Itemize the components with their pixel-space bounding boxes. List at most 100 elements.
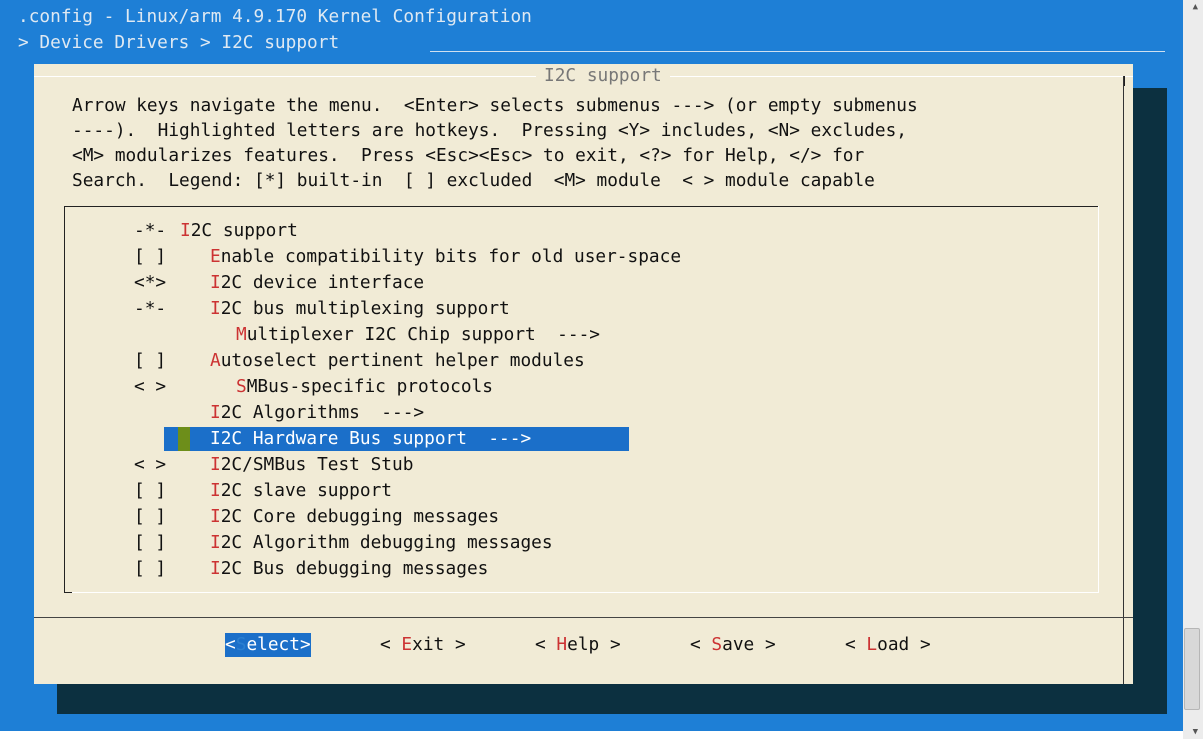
menu-item-state: [ ] (134, 532, 167, 553)
menu-item[interactable]: < > I2C/SMBus Test Stub (64, 453, 1099, 477)
menu-item[interactable]: [ ] I2C slave support (64, 479, 1099, 503)
load-button[interactable]: < Load > (845, 633, 931, 657)
menu-item-hotkey: I (210, 532, 221, 553)
exit-button[interactable]: < Exit > (380, 633, 466, 657)
menu-item-hotkey: I (210, 454, 221, 475)
menu-item-text: 2C Algorithm debugging messages (220, 532, 553, 553)
menu-item[interactable]: < > SMBus-specific protocols (64, 375, 1099, 399)
instruction-line-2: ----). Highlighted letters are hotkeys. … (72, 120, 908, 141)
save-button-pre: < (690, 634, 712, 655)
window-scrollbar[interactable]: ▲ ▼ (1183, 0, 1203, 739)
menu-item-label: Enable compatibility bits for old user-s… (210, 245, 681, 269)
menu-item[interactable]: [ ] Enable compatibility bits for old use… (64, 245, 1099, 269)
help-button-rest: elp > (567, 634, 621, 655)
load-button-hotkey: L (866, 634, 878, 655)
menu-item-text: ultiplexer I2C Chip support ---> (246, 324, 600, 345)
menu-item-hotkey: A (210, 350, 221, 371)
menu-item[interactable]: -*- I2C support (64, 219, 1099, 243)
exit-button-pre: < (380, 634, 402, 655)
instruction-line-3: <M> modularizes features. Press <Esc><Es… (72, 145, 865, 166)
menu-item[interactable]: [ ] Autoselect pertinent helper modules (64, 349, 1099, 373)
window-title: .config - Linux/arm 4.9.170 Kernel Confi… (18, 6, 532, 27)
dialog-title: I2C support (536, 64, 670, 88)
menu-item-text: 2C Algorithms ---> (220, 402, 425, 423)
menu-item[interactable]: I2C Hardware Bus support ---> (64, 427, 1099, 451)
help-button-pre: < (535, 634, 557, 655)
menu-item-state: [ ] (134, 480, 167, 501)
menu-item-text: 2C/SMBus Test Stub (220, 454, 414, 475)
menu-item-label: I2C Algorithm debugging messages (210, 531, 553, 555)
menu-item-label: SMBus-specific protocols (236, 375, 493, 399)
menu-item-label: I2C Hardware Bus support ---> (210, 427, 531, 451)
menu-border-top (64, 206, 1099, 207)
help-button[interactable]: < Help > (535, 633, 621, 657)
breadcrumb: > Device Drivers > I2C support (18, 32, 350, 53)
menu-item[interactable]: [ ] I2C Bus debugging messages (64, 557, 1099, 581)
menu-item-label: I2C support (180, 219, 298, 243)
menu-item-hotkey: M (236, 324, 247, 345)
save-button[interactable]: < Save > (690, 633, 776, 657)
menu-item-text: 2C device interface (220, 272, 425, 293)
menu-item-hotkey: I (210, 402, 221, 423)
button-bar: <Select> < Exit > < Help > < Save > < Lo… (34, 633, 1133, 657)
menu-box: -*- I2C support[ ] Enable compatibility bi… (64, 206, 1099, 594)
menu-item-text: nable compatibility bits for old user-sp… (220, 246, 682, 267)
select-button-pre: < (225, 634, 236, 655)
menu-border-bottom (64, 592, 1099, 593)
menu-item-label: I2C bus multiplexing support (210, 297, 510, 321)
menu-item-label: I2C Core debugging messages (210, 505, 499, 529)
menu-item[interactable]: -*- I2C bus multiplexing support (64, 297, 1099, 321)
menu-item-text: 2C Hardware Bus support ---> (220, 428, 532, 449)
save-button-rest: ave > (722, 634, 776, 655)
load-button-rest: oad > (877, 634, 931, 655)
menu-item[interactable]: <*> I2C device interface (64, 271, 1099, 295)
menu-item[interactable]: I2C Algorithms ---> (64, 401, 1099, 425)
menu-item-state: [ ] (134, 350, 167, 371)
menu-item-state: -*- (134, 220, 167, 241)
menu-item-text: 2C slave support (220, 480, 393, 501)
menu-item-label: I2C device interface (210, 271, 424, 295)
menu-item-hotkey: E (210, 246, 221, 267)
instruction-line-4: Search. Legend: [*] built-in [ ] exclude… (72, 170, 875, 191)
menu-item[interactable]: [ ] I2C Core debugging messages (64, 505, 1099, 529)
menu-item-text: utoselect pertinent helper modules (220, 350, 585, 371)
menu-item-text: MBus-specific protocols (246, 376, 493, 397)
menu-item-label: I2C Algorithms ---> (210, 401, 424, 425)
exit-button-hotkey: E (401, 634, 413, 655)
select-button[interactable]: <Select> (225, 633, 311, 657)
menu-item-text: 2C Core debugging messages (220, 506, 500, 527)
scroll-down-arrow-icon[interactable]: ▼ (1193, 727, 1198, 737)
menu-item-label: Multiplexer I2C Chip support ---> (236, 323, 600, 347)
menu-item[interactable]: [ ] I2C Algorithm debugging messages (64, 531, 1099, 555)
menu-item-hotkey: I (210, 480, 221, 501)
menu-item-state: < > (134, 454, 167, 475)
scrollbar-thumb[interactable] (1184, 628, 1200, 710)
menu-item-label: I2C slave support (210, 479, 392, 503)
select-button-rest: elect> (246, 634, 311, 655)
breadcrumb-rule (430, 51, 1165, 52)
menu-item-label: I2C/SMBus Test Stub (210, 453, 413, 477)
menu-item-state: [ ] (134, 558, 167, 579)
dialog-button-separator (34, 617, 1133, 618)
select-button-hotkey: S (235, 634, 247, 655)
menu-item-state: [ ] (134, 246, 167, 267)
cursor-block (178, 427, 190, 451)
exit-button-rest: xit > (412, 634, 466, 655)
menu-item[interactable]: Multiplexer I2C Chip support ---> (64, 323, 1099, 347)
menu-item-label: I2C Bus debugging messages (210, 557, 488, 581)
menu-item-hotkey: I (210, 272, 221, 293)
scroll-up-arrow-icon[interactable]: ▲ (1193, 2, 1198, 12)
menu-item-state: [ ] (134, 506, 167, 527)
menu-item-hotkey: I (180, 220, 191, 241)
terminal-screen: .config - Linux/arm 4.9.170 Kernel Confi… (0, 0, 1183, 731)
menu-item-text: 2C Bus debugging messages (220, 558, 489, 579)
config-dialog: I2C support Arrow keys navigate the menu… (34, 64, 1133, 684)
menu-item-text: 2C support (190, 220, 298, 241)
save-button-hotkey: S (711, 634, 723, 655)
menu-item-hotkey: S (236, 376, 247, 397)
menu-item-text: 2C bus multiplexing support (220, 298, 510, 319)
menu-item-hotkey: I (210, 506, 221, 527)
instruction-line-1: Arrow keys navigate the menu. <Enter> se… (72, 95, 918, 116)
menu-item-hotkey: I (210, 428, 221, 449)
menu-item-label: Autoselect pertinent helper modules (210, 349, 585, 373)
